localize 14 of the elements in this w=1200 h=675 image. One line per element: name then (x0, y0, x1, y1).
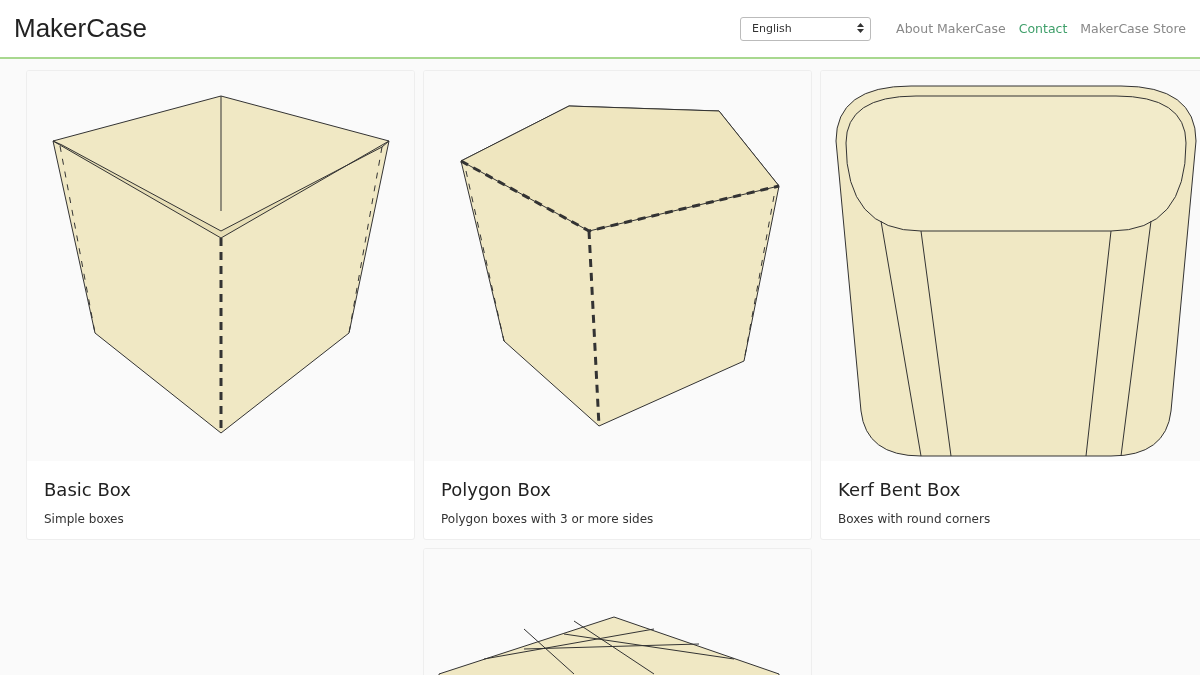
card-title: Basic Box (43, 478, 132, 500)
box-type-card[interactable]: Kerf Bent Box Boxes with round corners (820, 70, 1200, 540)
card-description: Polygon boxes with 3 or more sides (440, 511, 655, 526)
language-select[interactable]: English (740, 16, 872, 41)
nav-link[interactable]: MakerCase Store (1080, 21, 1186, 36)
card-description: Simple boxes (43, 511, 125, 526)
card-description: Boxes with round corners (837, 511, 992, 526)
card-title: Kerf Bent Box (837, 478, 962, 500)
nav-link[interactable]: About MakerCase (896, 21, 1006, 36)
card-title: Polygon Box (440, 478, 552, 500)
brand-logo[interactable]: MakerCase (14, 13, 741, 44)
box-type-card[interactable]: Polygon Box Polygon boxes with 3 or more sides (423, 70, 812, 540)
box-type-card[interactable]: Basic Box Simple boxes (26, 70, 415, 540)
sort-caret-icon (857, 22, 865, 35)
